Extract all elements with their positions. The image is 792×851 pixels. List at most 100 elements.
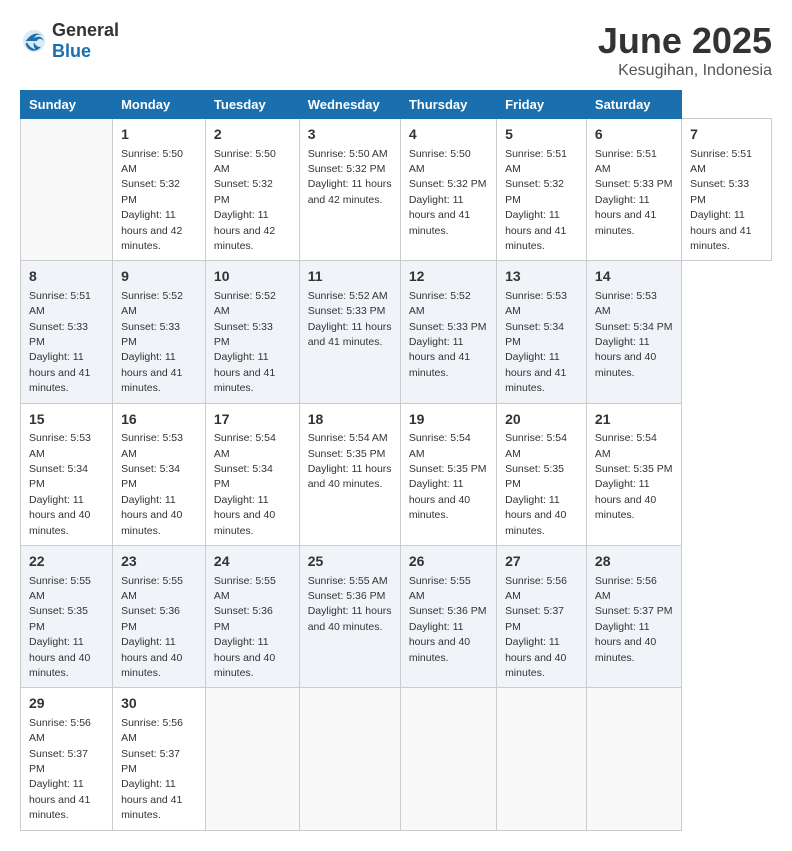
sunset-info: Sunset: 5:37 PM (121, 748, 180, 775)
sunrise-info: Sunrise: 5:52 AM (214, 290, 276, 317)
day-number: 23 (121, 552, 197, 572)
calendar-week-5: 29 Sunrise: 5:56 AM Sunset: 5:37 PM Dayl… (21, 688, 772, 830)
daylight-info: Daylight: 11 hours and 42 minutes. (308, 178, 392, 205)
daylight-info: Daylight: 11 hours and 41 minutes. (121, 351, 182, 394)
daylight-info: Daylight: 11 hours and 41 minutes. (29, 778, 90, 821)
day-number: 22 (29, 552, 104, 572)
sunrise-info: Sunrise: 5:56 AM (121, 717, 183, 744)
sunrise-info: Sunrise: 5:55 AM (409, 575, 471, 602)
day-number: 27 (505, 552, 578, 572)
calendar-cell: 20 Sunrise: 5:54 AM Sunset: 5:35 PM Dayl… (497, 403, 587, 545)
calendar-cell: 7 Sunrise: 5:51 AM Sunset: 5:33 PM Dayli… (682, 119, 772, 261)
sunset-info: Sunset: 5:35 PM (308, 448, 386, 460)
daylight-info: Daylight: 11 hours and 41 minutes. (308, 321, 392, 348)
sunrise-info: Sunrise: 5:55 AM (214, 575, 276, 602)
sunset-info: Sunset: 5:34 PM (121, 463, 180, 490)
day-number: 11 (308, 267, 392, 287)
sunset-info: Sunset: 5:34 PM (29, 463, 88, 490)
daylight-info: Daylight: 11 hours and 40 minutes. (595, 336, 656, 379)
daylight-info: Daylight: 11 hours and 41 minutes. (595, 194, 656, 237)
sunrise-info: Sunrise: 5:56 AM (29, 717, 91, 744)
calendar-week-2: 8 Sunrise: 5:51 AM Sunset: 5:33 PM Dayli… (21, 261, 772, 403)
header-tuesday: Tuesday (205, 91, 299, 119)
daylight-info: Daylight: 11 hours and 40 minutes. (214, 636, 275, 679)
day-number: 4 (409, 125, 488, 145)
calendar-cell: 1 Sunrise: 5:50 AM Sunset: 5:32 PM Dayli… (113, 119, 206, 261)
daylight-info: Daylight: 11 hours and 40 minutes. (214, 494, 275, 537)
sunset-info: Sunset: 5:33 PM (595, 178, 673, 190)
sunrise-info: Sunrise: 5:56 AM (505, 575, 567, 602)
daylight-info: Daylight: 11 hours and 40 minutes. (121, 636, 182, 679)
calendar-cell: 30 Sunrise: 5:56 AM Sunset: 5:37 PM Dayl… (113, 688, 206, 830)
page-header: General Blue June 2025 Kesugihan, Indone… (20, 20, 772, 80)
sunrise-info: Sunrise: 5:53 AM (29, 432, 91, 459)
day-number: 29 (29, 694, 104, 714)
daylight-info: Daylight: 11 hours and 40 minutes. (505, 636, 566, 679)
sunset-info: Sunset: 5:33 PM (409, 321, 487, 333)
day-number: 3 (308, 125, 392, 145)
calendar-cell: 28 Sunrise: 5:56 AM Sunset: 5:37 PM Dayl… (586, 545, 681, 687)
day-number: 7 (690, 125, 763, 145)
calendar-cell: 26 Sunrise: 5:55 AM Sunset: 5:36 PM Dayl… (400, 545, 496, 687)
sunset-info: Sunset: 5:32 PM (308, 163, 386, 175)
day-number: 5 (505, 125, 578, 145)
day-number: 21 (595, 410, 673, 430)
day-number: 28 (595, 552, 673, 572)
daylight-info: Daylight: 11 hours and 40 minutes. (505, 494, 566, 537)
calendar-cell: 14 Sunrise: 5:53 AM Sunset: 5:34 PM Dayl… (586, 261, 681, 403)
calendar-cell: 23 Sunrise: 5:55 AM Sunset: 5:36 PM Dayl… (113, 545, 206, 687)
day-number: 14 (595, 267, 673, 287)
logo-text: General Blue (52, 20, 119, 62)
calendar-cell: 4 Sunrise: 5:50 AM Sunset: 5:32 PM Dayli… (400, 119, 496, 261)
sunset-info: Sunset: 5:32 PM (121, 178, 180, 205)
sunset-info: Sunset: 5:36 PM (409, 605, 487, 617)
calendar-cell: 10 Sunrise: 5:52 AM Sunset: 5:33 PM Dayl… (205, 261, 299, 403)
sunrise-info: Sunrise: 5:54 AM (505, 432, 567, 459)
header-thursday: Thursday (400, 91, 496, 119)
calendar-cell: 24 Sunrise: 5:55 AM Sunset: 5:36 PM Dayl… (205, 545, 299, 687)
sunset-info: Sunset: 5:35 PM (409, 463, 487, 475)
calendar-cell: 22 Sunrise: 5:55 AM Sunset: 5:35 PM Dayl… (21, 545, 113, 687)
sunrise-info: Sunrise: 5:54 AM (214, 432, 276, 459)
day-number: 26 (409, 552, 488, 572)
calendar-cell (205, 688, 299, 830)
calendar-cell: 9 Sunrise: 5:52 AM Sunset: 5:33 PM Dayli… (113, 261, 206, 403)
calendar-week-3: 15 Sunrise: 5:53 AM Sunset: 5:34 PM Dayl… (21, 403, 772, 545)
sunset-info: Sunset: 5:33 PM (308, 305, 386, 317)
calendar-cell: 29 Sunrise: 5:56 AM Sunset: 5:37 PM Dayl… (21, 688, 113, 830)
sunrise-info: Sunrise: 5:51 AM (690, 148, 752, 175)
calendar-cell (497, 688, 587, 830)
daylight-info: Daylight: 11 hours and 40 minutes. (409, 621, 470, 664)
day-number: 15 (29, 410, 104, 430)
calendar-cell (21, 119, 113, 261)
daylight-info: Daylight: 11 hours and 40 minutes. (29, 494, 90, 537)
day-number: 25 (308, 552, 392, 572)
day-number: 9 (121, 267, 197, 287)
header-saturday: Saturday (586, 91, 681, 119)
calendar-cell: 25 Sunrise: 5:55 AM Sunset: 5:36 PM Dayl… (299, 545, 400, 687)
day-number: 30 (121, 694, 197, 714)
sunset-info: Sunset: 5:32 PM (214, 178, 273, 205)
calendar-table: SundayMondayTuesdayWednesdayThursdayFrid… (20, 90, 772, 831)
calendar-cell: 5 Sunrise: 5:51 AM Sunset: 5:32 PM Dayli… (497, 119, 587, 261)
sunset-info: Sunset: 5:33 PM (214, 321, 273, 348)
day-number: 8 (29, 267, 104, 287)
sunset-info: Sunset: 5:37 PM (595, 605, 673, 617)
day-number: 19 (409, 410, 488, 430)
sunrise-info: Sunrise: 5:50 AM (121, 148, 183, 175)
day-number: 6 (595, 125, 673, 145)
calendar-cell: 2 Sunrise: 5:50 AM Sunset: 5:32 PM Dayli… (205, 119, 299, 261)
sunset-info: Sunset: 5:33 PM (29, 321, 88, 348)
daylight-info: Daylight: 11 hours and 41 minutes. (214, 351, 275, 394)
sunrise-info: Sunrise: 5:52 AM (308, 290, 388, 302)
sunrise-info: Sunrise: 5:51 AM (505, 148, 567, 175)
day-number: 10 (214, 267, 291, 287)
sunrise-info: Sunrise: 5:54 AM (308, 432, 388, 444)
day-number: 24 (214, 552, 291, 572)
daylight-info: Daylight: 11 hours and 40 minutes. (409, 478, 470, 521)
month-title: June 2025 (598, 20, 772, 62)
calendar-cell: 27 Sunrise: 5:56 AM Sunset: 5:37 PM Dayl… (497, 545, 587, 687)
daylight-info: Daylight: 11 hours and 40 minutes. (308, 463, 392, 490)
sunset-info: Sunset: 5:33 PM (690, 178, 749, 205)
calendar-cell (299, 688, 400, 830)
